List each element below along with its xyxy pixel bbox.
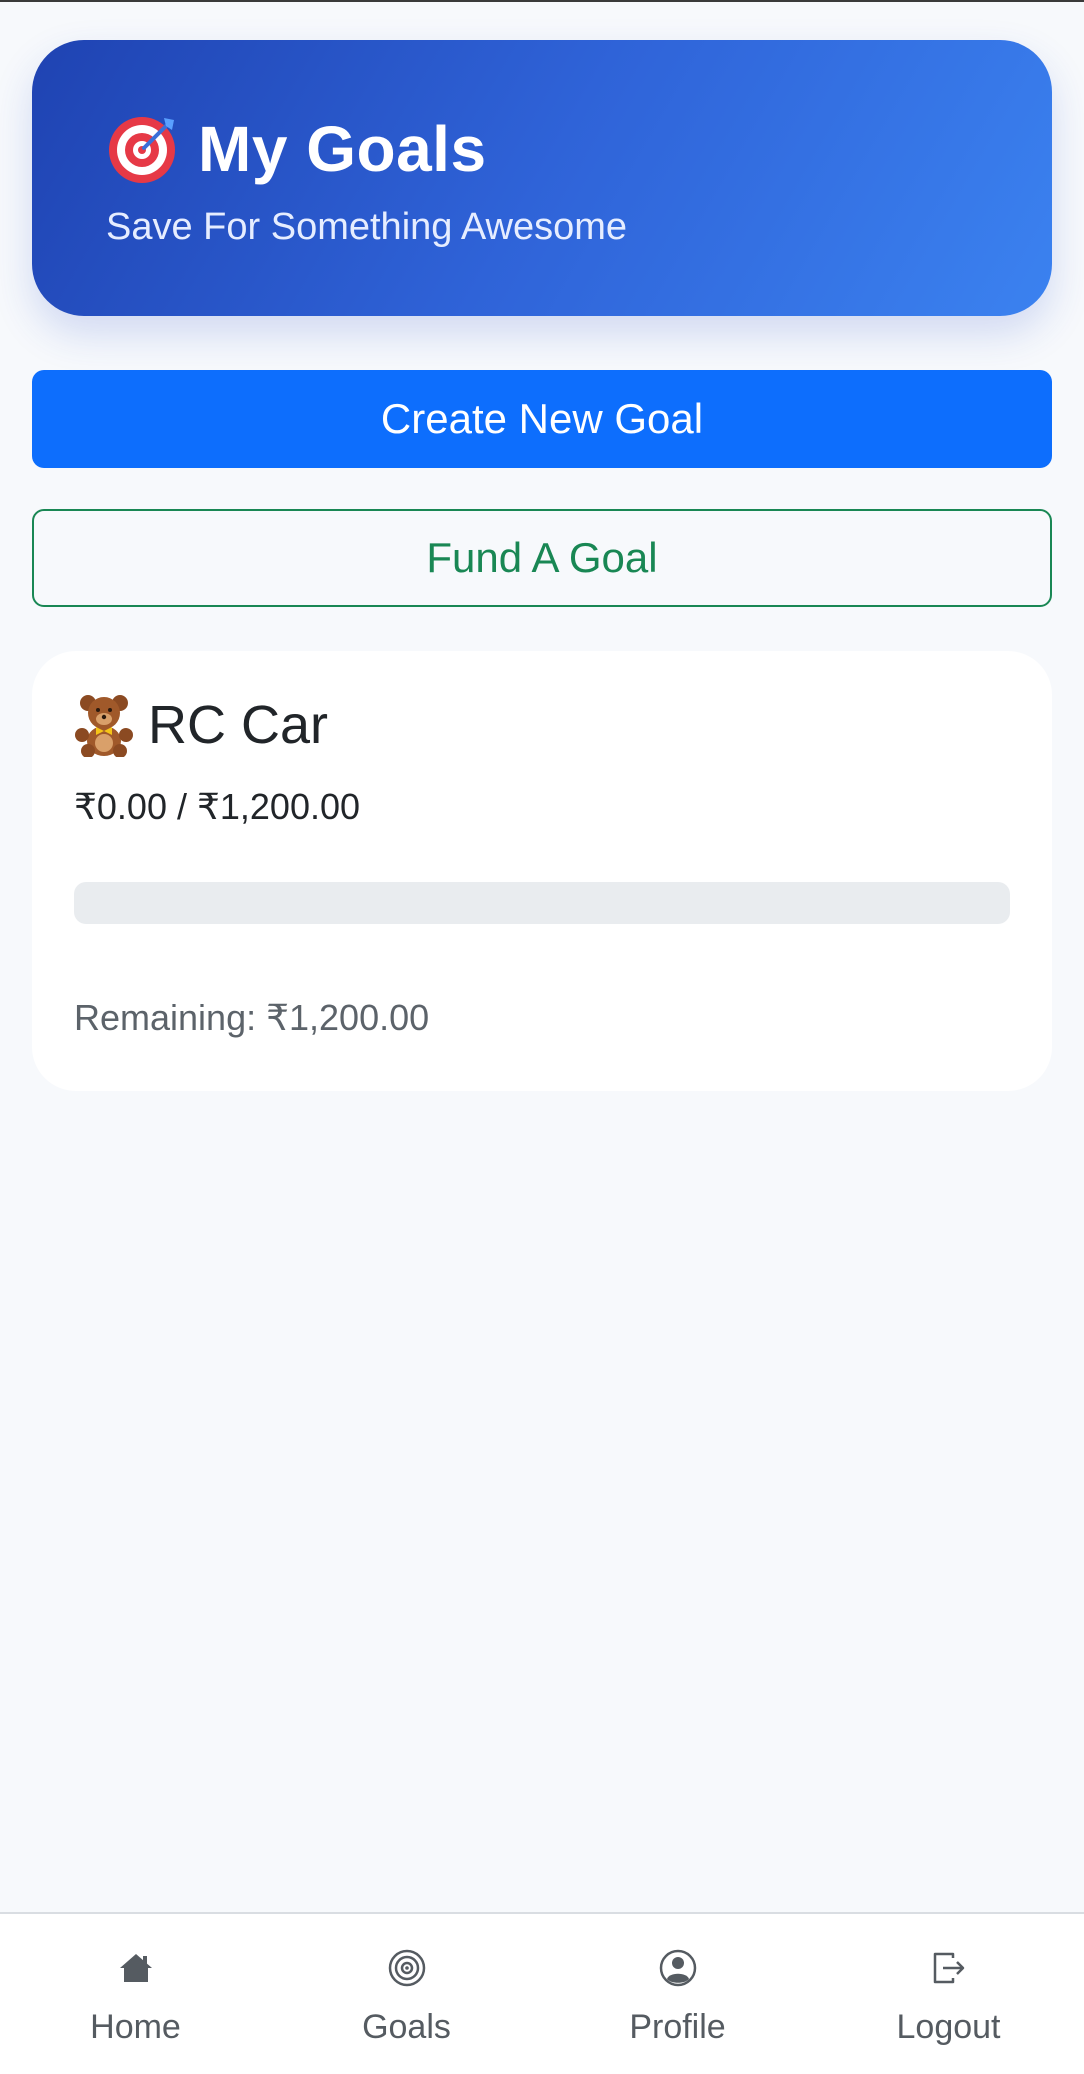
nav-label-goals: Goals: [362, 2008, 451, 2046]
top-divider: [0, 0, 1084, 2]
nav-label-home: Home: [90, 2008, 181, 2046]
create-new-goal-button[interactable]: Create New Goal: [32, 370, 1052, 468]
goal-name: RC Car: [148, 695, 329, 755]
goals-header-banner: My Goals Save For Something Awesome: [32, 40, 1052, 316]
goals-page: My Goals Save For Something Awesome Crea…: [0, 0, 1084, 2074]
goal-card-header: RC Car: [74, 693, 328, 757]
target-icon: [109, 117, 175, 183]
nav-item-home[interactable]: Home: [0, 1914, 271, 2074]
page-subtitle: Save For Something Awesome: [106, 206, 628, 248]
header-title-row: My Goals: [106, 112, 487, 186]
nav-item-goals[interactable]: Goals: [271, 1914, 542, 2074]
nav-label-logout: Logout: [896, 2008, 1001, 2046]
profile-icon: [659, 1949, 696, 1987]
goal-card[interactable]: RC Car ₹0.00 / ₹1,200.00 Remaining: ₹1,2…: [32, 651, 1052, 1091]
nav-item-profile[interactable]: Profile: [542, 1914, 813, 2074]
home-icon: [119, 1954, 152, 1982]
target-icon: [388, 1949, 425, 1987]
nav-item-logout[interactable]: Logout: [813, 1914, 1084, 2074]
goal-amount: ₹0.00 / ₹1,200.00: [74, 786, 361, 827]
nav-label-profile: Profile: [629, 2008, 726, 2046]
logout-icon: [933, 1952, 964, 1984]
bottom-navigation: Home Goals Profile Logout: [0, 1912, 1084, 2074]
fund-a-goal-button[interactable]: Fund A Goal: [32, 509, 1052, 607]
goal-progress-bar: [74, 882, 1010, 924]
goal-remaining: Remaining: ₹1,200.00: [74, 997, 430, 1038]
page-title: My Goals: [198, 113, 487, 185]
teddy-bear-icon: [75, 695, 133, 757]
